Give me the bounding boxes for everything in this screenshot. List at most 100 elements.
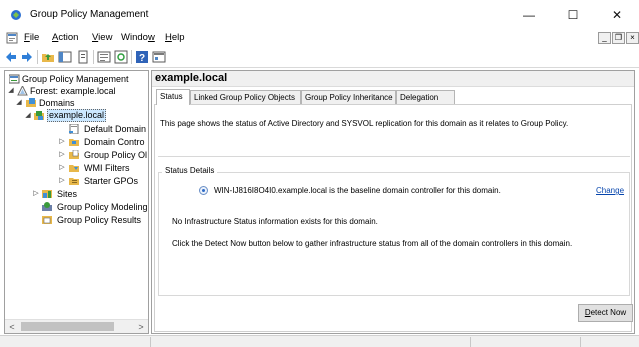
tab-linked-gpos[interactable]: Linked Group Policy Objects [190, 90, 301, 104]
export-list-icon[interactable] [97, 50, 111, 64]
starter-gpo-folder-icon [69, 178, 79, 185]
tree-item-domain[interactable]: ◢ example.local [5, 109, 148, 122]
refresh-icon[interactable] [114, 50, 128, 64]
domain-icon [34, 111, 44, 120]
intro-section [158, 111, 630, 157]
baseline-dc-icon [199, 186, 208, 195]
tree-label-domain-controllers: Domain Contro [84, 137, 145, 147]
forward-arrow-icon[interactable] [20, 50, 34, 64]
console-view-icon[interactable] [152, 50, 166, 64]
toolbar-separator [37, 50, 38, 64]
expand-arrow-icon[interactable]: ▷ [58, 149, 66, 161]
tree-horizontal-scrollbar[interactable]: < > [5, 319, 148, 333]
group-policy-app-icon [11, 10, 21, 20]
up-folder-icon[interactable] [41, 50, 55, 64]
tree-label-gp-results: Group Policy Results [57, 215, 142, 225]
properties-icon[interactable] [76, 50, 90, 64]
expand-arrow-icon[interactable]: ▷ [58, 136, 66, 148]
change-link[interactable]: Change [596, 186, 624, 195]
help-icon[interactable]: ? [135, 50, 149, 64]
tab-delegation[interactable]: Delegation [396, 90, 455, 104]
modeling-icon [42, 202, 52, 211]
status-bar-divider [150, 337, 151, 347]
mdi-close-button[interactable]: × [626, 32, 639, 44]
detect-now-button[interactable]: Detect Now [578, 304, 633, 322]
group-policy-management-icon [9, 74, 20, 84]
details-heading: example.local [155, 72, 228, 84]
back-arrow-icon[interactable] [4, 50, 18, 64]
status-bar-divider [580, 337, 581, 347]
collapse-arrow-icon[interactable]: ◢ [7, 85, 15, 97]
ou-folder-icon [69, 139, 79, 146]
status-details-title: Status Details [162, 166, 218, 175]
tree-item-default-domain-policy[interactable]: Default Domain [5, 123, 148, 135]
menu-file[interactable]: File [24, 32, 39, 43]
tree-item-domain-controllers[interactable]: ▷ Domain Contro [5, 136, 148, 148]
toolbar: ? [0, 47, 639, 67]
tree-item-gp-modeling[interactable]: Group Policy Modeling [5, 201, 148, 213]
scroll-right-icon[interactable]: > [134, 320, 148, 333]
toolbar-separator [93, 50, 94, 64]
baseline-dc-text: WIN-IJ816I8O4I0.example.local is the bas… [214, 186, 501, 195]
title-bar: Group Policy Management — ☐ ✕ [0, 0, 639, 30]
tree-item-wmi-filters[interactable]: ▷ WMI Filters [5, 162, 148, 174]
detect-instructions-text: Click the Detect Now button below to gat… [172, 239, 573, 248]
gpo-folder-icon [69, 150, 79, 159]
tab-status[interactable]: Status [156, 89, 190, 105]
tree-item-forest[interactable]: ◢ Forest: example.local [5, 85, 148, 97]
tree-label-forest: Forest: example.local [30, 86, 116, 96]
tree-item-sites[interactable]: ▷ Sites [5, 188, 148, 200]
collapse-arrow-icon[interactable]: ◢ [24, 110, 32, 122]
tree-label-domains: Domains [39, 98, 75, 108]
tree-label-wmi-filters: WMI Filters [84, 163, 130, 173]
expand-arrow-icon[interactable]: ▷ [32, 188, 40, 200]
sites-icon [42, 190, 52, 198]
console-tree[interactable]: Group Policy Management ◢ Forest: exampl… [4, 70, 149, 334]
toolbar-divider [0, 67, 639, 68]
menu-view[interactable]: View [92, 32, 112, 43]
mdi-minimize-button[interactable]: _ [598, 32, 611, 44]
console-document-icon [6, 32, 18, 44]
tree-label-starter-gpos: Starter GPOs [84, 176, 139, 186]
menu-bar: File Action View Window Help _ ❐ × [0, 30, 639, 47]
intro-text: This page shows the status of Active Dir… [160, 119, 569, 128]
status-bar [0, 335, 639, 347]
window-title: Group Policy Management [30, 9, 149, 20]
tree-label-sites: Sites [57, 189, 78, 199]
mdi-restore-button[interactable]: ❐ [612, 32, 625, 44]
tree-item-root[interactable]: Group Policy Management [5, 73, 148, 85]
expand-arrow-icon[interactable]: ▷ [58, 162, 66, 174]
tree-label-gp-modeling: Group Policy Modeling [57, 202, 148, 212]
expand-arrow-icon[interactable]: ▷ [58, 175, 66, 187]
scroll-left-icon[interactable]: < [5, 320, 19, 333]
menu-window[interactable]: Window [121, 32, 155, 43]
tree-label-domain: example.local [47, 109, 107, 122]
tab-gp-inheritance[interactable]: Group Policy Inheritance [301, 90, 396, 104]
forest-icon [17, 86, 28, 96]
minimize-button[interactable]: — [507, 0, 551, 30]
menu-help[interactable]: Help [165, 32, 185, 43]
domains-icon [26, 98, 36, 107]
scrollbar-thumb[interactable] [21, 322, 114, 331]
details-header: example.local [152, 71, 634, 87]
mdi-controls: _ ❐ × [597, 32, 639, 45]
tree-item-gp-results[interactable]: Group Policy Results [5, 214, 148, 226]
tree-item-domains[interactable]: ◢ Domains [5, 97, 148, 109]
tree-label-default-domain: Default Domain [84, 124, 147, 134]
wmi-folder-icon [69, 165, 79, 172]
no-infrastructure-status-text: No Infrastructure Status information exi… [172, 217, 378, 226]
gpo-link-icon [69, 124, 79, 134]
maximize-button[interactable]: ☐ [551, 0, 595, 30]
collapse-arrow-icon[interactable]: ◢ [15, 97, 23, 109]
close-button[interactable]: ✕ [595, 0, 639, 30]
toolbar-separator [131, 50, 132, 64]
tree-item-group-policy-objects[interactable]: ▷ Group Policy Ol [5, 149, 148, 161]
show-hide-tree-icon[interactable] [58, 50, 72, 64]
menu-action[interactable]: Action [52, 32, 78, 43]
svg-text:?: ? [139, 53, 145, 64]
tree-label-group-policy-objects: Group Policy Ol [84, 150, 148, 160]
tree-item-starter-gpos[interactable]: ▷ Starter GPOs [5, 175, 148, 187]
details-pane: example.local Status Linked Group Policy… [151, 70, 635, 334]
status-bar-divider [470, 337, 471, 347]
tree-label-root: Group Policy Management [22, 74, 129, 84]
